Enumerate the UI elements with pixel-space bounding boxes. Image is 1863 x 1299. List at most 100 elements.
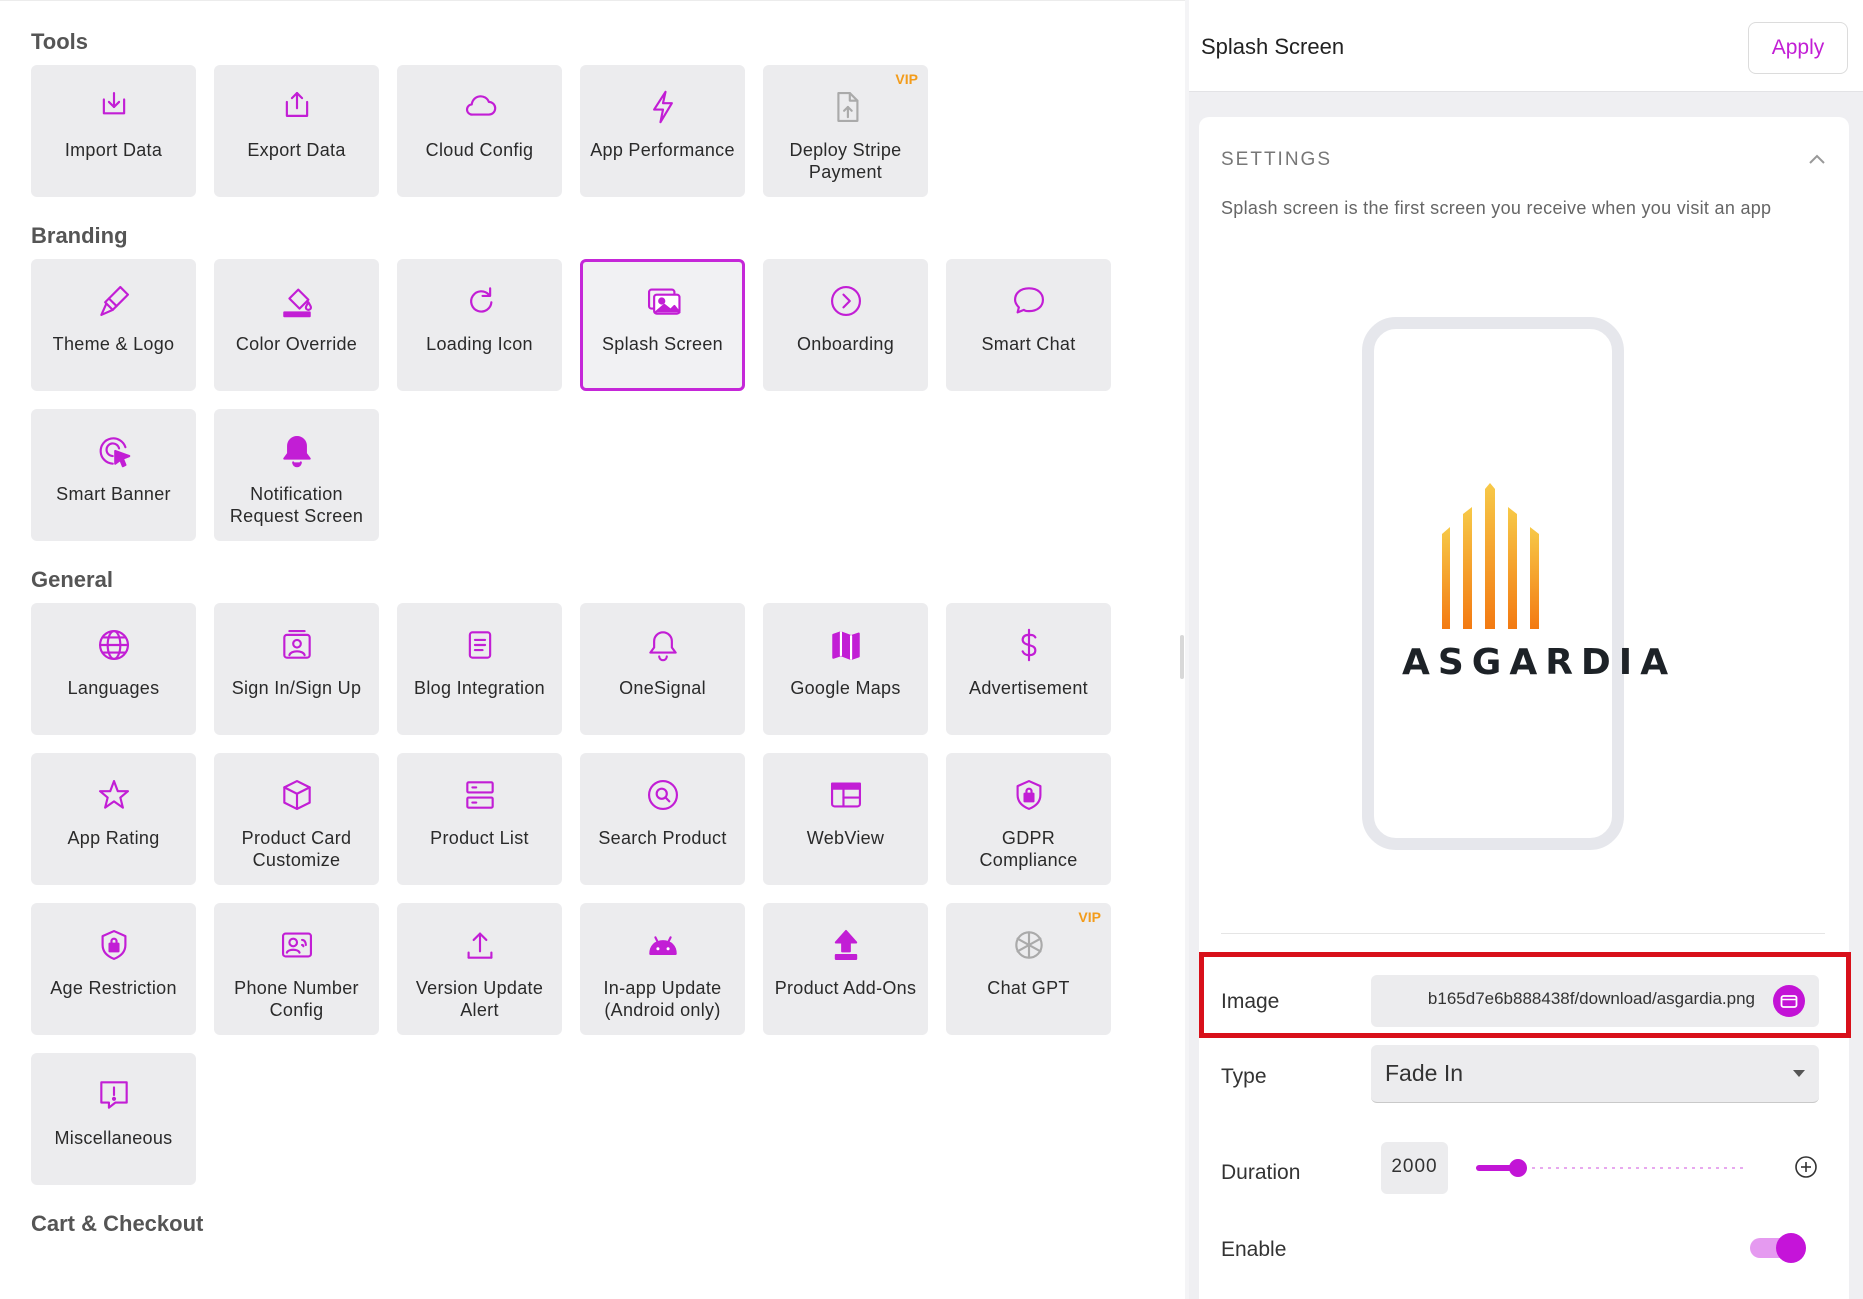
tile-label: Onboarding xyxy=(796,334,895,354)
folder-browse-button[interactable] xyxy=(1773,985,1805,1017)
type-select[interactable]: Fade In xyxy=(1371,1045,1819,1103)
section-title: General xyxy=(31,567,113,592)
tile-import-data[interactable]: Import Data xyxy=(31,65,196,197)
tile-color-override[interactable]: Color Override xyxy=(214,259,379,391)
tile-onboarding[interactable]: Onboarding xyxy=(763,259,928,391)
image-url-input[interactable]: b165d7e6b888438f/download/asgardia.png xyxy=(1371,975,1819,1027)
tile-version-update-alert[interactable]: Version Update Alert xyxy=(397,903,562,1035)
settings-card: SETTINGS Splash screen is the first scre… xyxy=(1199,117,1851,1299)
tile-label: Google Maps xyxy=(790,678,901,698)
tile-label: Splash Screen xyxy=(602,334,723,354)
refresh-icon xyxy=(460,281,500,321)
tile-label: Theme & Logo xyxy=(52,334,175,354)
tile-label: Sign In/Sign Up xyxy=(231,678,362,698)
duration-slider[interactable] xyxy=(1476,1157,1748,1179)
tile-app-rating[interactable]: App Rating xyxy=(31,753,196,885)
enable-label: Enable xyxy=(1221,1238,1287,1261)
tile-smart-banner[interactable]: Smart Banner xyxy=(31,409,196,541)
cube-icon xyxy=(277,775,317,815)
search-icon xyxy=(643,775,683,815)
tile-product-list[interactable]: Product List xyxy=(397,753,562,885)
tile-label: Blog Integration xyxy=(414,678,545,698)
export-icon xyxy=(277,87,317,127)
tile-in-app-update-android-only[interactable]: In-app Update (Android only) xyxy=(580,903,745,1035)
tile-miscellaneous[interactable]: Miscellaneous xyxy=(31,1053,196,1185)
tile-label: Smart Banner xyxy=(56,484,171,504)
brush-icon xyxy=(94,281,134,321)
upload-arrow-icon xyxy=(826,925,866,965)
features-panel: Tools Import Data Export Data Cloud Config A… xyxy=(0,0,1185,1299)
tile-label: Product Add-Ons xyxy=(774,978,917,998)
vip-badge: VIP xyxy=(1078,909,1101,925)
duration-input[interactable]: 2000 xyxy=(1381,1142,1448,1194)
user-card-icon xyxy=(277,625,317,665)
tile-label: App Rating xyxy=(67,828,160,848)
star-icon xyxy=(94,775,134,815)
openai-icon xyxy=(1009,925,1049,965)
cloud-icon xyxy=(460,87,500,127)
toggle-knob xyxy=(1776,1233,1806,1263)
divider xyxy=(1221,933,1825,934)
bell-filled-icon xyxy=(277,431,317,471)
panel-title: Splash Screen xyxy=(1201,34,1345,59)
features-list: Tools Import Data Export Data Cloud Config A… xyxy=(31,25,1161,1241)
tile-phone-number-config[interactable]: Phone Number Config xyxy=(214,903,379,1035)
section-title: Tools xyxy=(31,29,89,54)
chevron-up-icon[interactable] xyxy=(1807,151,1827,167)
globe-icon xyxy=(94,625,134,665)
tile-label: Miscellaneous xyxy=(54,1128,173,1148)
logo-bars-icon xyxy=(1442,483,1539,629)
resize-handle[interactable] xyxy=(1180,635,1184,679)
tile-label: Cloud Config xyxy=(425,140,534,160)
apply-button[interactable]: Apply xyxy=(1748,22,1848,74)
tile-product-add-ons[interactable]: Product Add-Ons xyxy=(763,903,928,1035)
tile-app-performance[interactable]: App Performance xyxy=(580,65,745,197)
tile-loading-icon[interactable]: Loading Icon xyxy=(397,259,562,391)
logo-text: ASGARDIA xyxy=(1402,642,1677,683)
tile-label: Smart Chat xyxy=(981,334,1076,354)
tile-languages[interactable]: Languages xyxy=(31,603,196,735)
tile-splash-screen[interactable]: Splash Screen xyxy=(580,259,745,391)
phone-preview: ASGARDIA xyxy=(1362,317,1668,850)
tile-age-restriction[interactable]: Age Restriction xyxy=(31,903,196,1035)
preview-logo: ASGARDIA xyxy=(1402,479,1668,683)
tile-advertisement[interactable]: Advertisement xyxy=(946,603,1111,735)
browser-window-icon xyxy=(826,775,866,815)
tile-product-card-customize[interactable]: Product Card Customize xyxy=(214,753,379,885)
folder-icon xyxy=(1780,995,1798,1008)
tile-search-product[interactable]: Search Product xyxy=(580,753,745,885)
images-icon xyxy=(643,281,683,321)
tile-smart-chat[interactable]: Smart Chat xyxy=(946,259,1111,391)
tile-deploy-stripe-payment[interactable]: Deploy Stripe Payment VIP xyxy=(763,65,928,197)
import-icon xyxy=(94,87,134,127)
tile-label: OneSignal xyxy=(619,678,706,698)
tile-label: Advertisement xyxy=(969,678,1088,698)
tile-label: Languages xyxy=(67,678,160,698)
tile-sign-in-sign-up[interactable]: Sign In/Sign Up xyxy=(214,603,379,735)
tile-gdpr-compliance[interactable]: GDPR Compliance xyxy=(946,753,1111,885)
tile-grid: Languages Sign In/Sign Up Blog Integration… xyxy=(31,603,1161,1185)
settings-panel: Splash Screen Apply SETTINGS Splash scre… xyxy=(1189,0,1863,1299)
tile-webview[interactable]: WebView xyxy=(763,753,928,885)
section-title: Cart & Checkout xyxy=(31,1211,204,1236)
tile-cloud-config[interactable]: Cloud Config xyxy=(397,65,562,197)
slider-thumb[interactable] xyxy=(1509,1159,1528,1177)
bell-icon xyxy=(643,625,683,665)
tile-google-maps[interactable]: Google Maps xyxy=(763,603,928,735)
tile-export-data[interactable]: Export Data xyxy=(214,65,379,197)
tile-label: Import Data xyxy=(64,140,163,160)
plus-circle-icon[interactable] xyxy=(1794,1155,1818,1179)
tile-onesignal[interactable]: OneSignal xyxy=(580,603,745,735)
tile-notification-request-screen[interactable]: Notification Request Screen xyxy=(214,409,379,541)
tile-label: Notification Request Screen xyxy=(229,484,364,526)
upload-tray-icon xyxy=(460,925,500,965)
image-url-value: b165d7e6b888438f/download/asgardia.png xyxy=(1427,989,1755,1008)
tile-label: Export Data xyxy=(247,140,346,160)
shield-lock-icon xyxy=(1009,775,1049,815)
enable-toggle[interactable] xyxy=(1750,1233,1806,1263)
tile-theme-logo[interactable]: Theme & Logo xyxy=(31,259,196,391)
tile-label: Color Override xyxy=(235,334,358,354)
tile-blog-integration[interactable]: Blog Integration xyxy=(397,603,562,735)
android-icon xyxy=(643,925,683,965)
tile-chat-gpt[interactable]: Chat GPT VIP xyxy=(946,903,1111,1035)
